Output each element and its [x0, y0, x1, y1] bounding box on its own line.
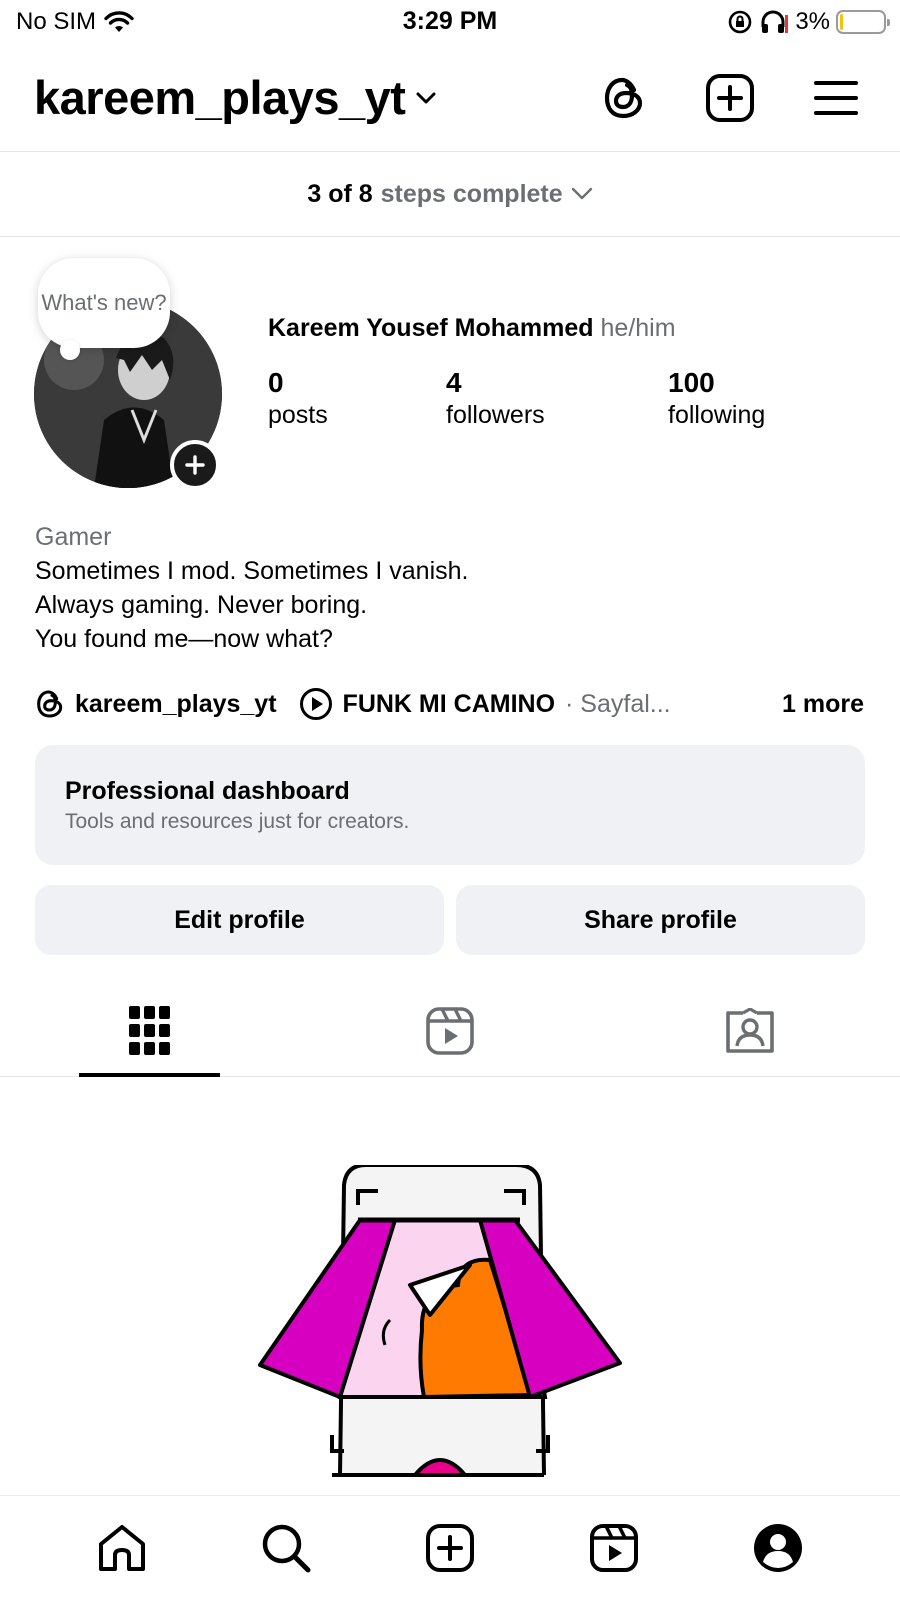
home-icon [99, 1525, 145, 1571]
stat-value: 100 [668, 367, 715, 398]
chevron-down-icon [571, 187, 592, 200]
nav-reels[interactable] [586, 1520, 642, 1576]
threads-icon [37, 690, 63, 718]
reels-icon [590, 1524, 638, 1572]
full-name-text: Kareem Yousef Mohammed [268, 314, 594, 342]
bio-line: You found me—now what? [35, 625, 333, 653]
stat-followers[interactable]: 4 followers [446, 368, 545, 432]
music-link[interactable]: FUNK MI CAMINO · Sayfal... [299, 687, 671, 721]
stat-value: 4 [446, 367, 462, 398]
music-title: FUNK MI CAMINO [342, 689, 556, 718]
profile-header: kareem_plays_yt [0, 56, 900, 152]
bio-category: Gamer [35, 523, 112, 551]
bio-line: Always gaming. Never boring. [35, 591, 368, 619]
dashboard-title: Professional dashboard [65, 777, 350, 805]
bottom-navigation [0, 1495, 900, 1600]
account-switcher[interactable]: kareem_plays_yt [34, 70, 437, 125]
bio-line: Sometimes I mod. Sometimes I vanish. [35, 557, 469, 585]
add-story-button[interactable] [170, 440, 220, 490]
note-bubble[interactable]: What's new? [38, 258, 170, 348]
profile-icon [754, 1524, 802, 1572]
battery-icon [836, 10, 890, 34]
steps-progress[interactable]: 3 of 8 steps complete [0, 152, 900, 237]
dashboard-subtitle: Tools and resources just for creators. [65, 810, 410, 833]
note-bubble-tail [60, 340, 80, 360]
profile-links: kareem_plays_yt FUNK MI CAMINO · Sayfal.… [35, 684, 864, 724]
empty-state-illustration [240, 1163, 640, 1495]
content-tabs [0, 985, 900, 1077]
music-artist: · Sayfal... [565, 689, 671, 718]
tab-reels[interactable] [380, 985, 520, 1077]
share-profile-button[interactable]: Share profile [456, 885, 865, 955]
stat-label: posts [268, 401, 328, 429]
play-circle-icon [299, 688, 332, 720]
battery-percent: 3% [795, 8, 830, 35]
headphones-icon [761, 10, 789, 33]
reels-icon [426, 1007, 474, 1055]
stat-posts[interactable]: 0 posts [268, 368, 328, 432]
professional-dashboard[interactable]: Professional dashboard Tools and resourc… [35, 745, 865, 865]
menu-icon [814, 81, 858, 115]
status-right: 3% [727, 8, 890, 36]
pronouns: he/him [600, 314, 676, 342]
tab-tagged[interactable] [680, 985, 820, 1077]
create-icon [706, 74, 754, 122]
threads-icon [604, 77, 643, 119]
threads-handle: kareem_plays_yt [75, 689, 277, 718]
bio: Gamer Sometimes I mod. Sometimes I vanis… [35, 520, 468, 656]
stat-label: followers [446, 401, 545, 429]
nav-search[interactable] [258, 1520, 314, 1576]
username-title: kareem_plays_yt [34, 71, 406, 124]
status-bar: No SIM 3:29 PM 3% [0, 0, 900, 44]
full-name: Kareem Yousef Mohammed he/him [268, 314, 676, 343]
battery-level [840, 14, 843, 30]
chevron-down-icon [416, 92, 436, 103]
orientation-lock-icon [729, 10, 752, 34]
threads-link[interactable]: kareem_plays_yt [35, 688, 277, 720]
more-links-button[interactable]: 1 more [782, 690, 864, 719]
nav-create[interactable] [422, 1520, 478, 1576]
search-icon [262, 1524, 311, 1573]
create-post-button[interactable] [702, 70, 758, 126]
header-actions [596, 70, 864, 126]
nav-profile[interactable] [750, 1520, 806, 1576]
stat-value: 0 [268, 367, 284, 398]
create-icon [426, 1524, 474, 1572]
steps-label: steps complete [380, 179, 563, 208]
stat-following[interactable]: 100 following [668, 368, 765, 432]
steps-count: 3 of 8 [307, 179, 373, 208]
stat-label: following [668, 401, 766, 429]
nav-home[interactable] [94, 1520, 150, 1576]
note-bubble-text: What's new? [41, 290, 167, 315]
menu-button[interactable] [808, 70, 864, 126]
threads-button[interactable] [596, 70, 652, 126]
grid-icon [129, 1006, 170, 1055]
tagged-icon [726, 1008, 774, 1053]
active-tab-indicator [79, 1073, 220, 1077]
tab-grid[interactable] [80, 985, 220, 1077]
plus-icon [185, 455, 205, 475]
edit-profile-button[interactable]: Edit profile [35, 885, 444, 955]
camera-illustration [258, 1163, 622, 1477]
